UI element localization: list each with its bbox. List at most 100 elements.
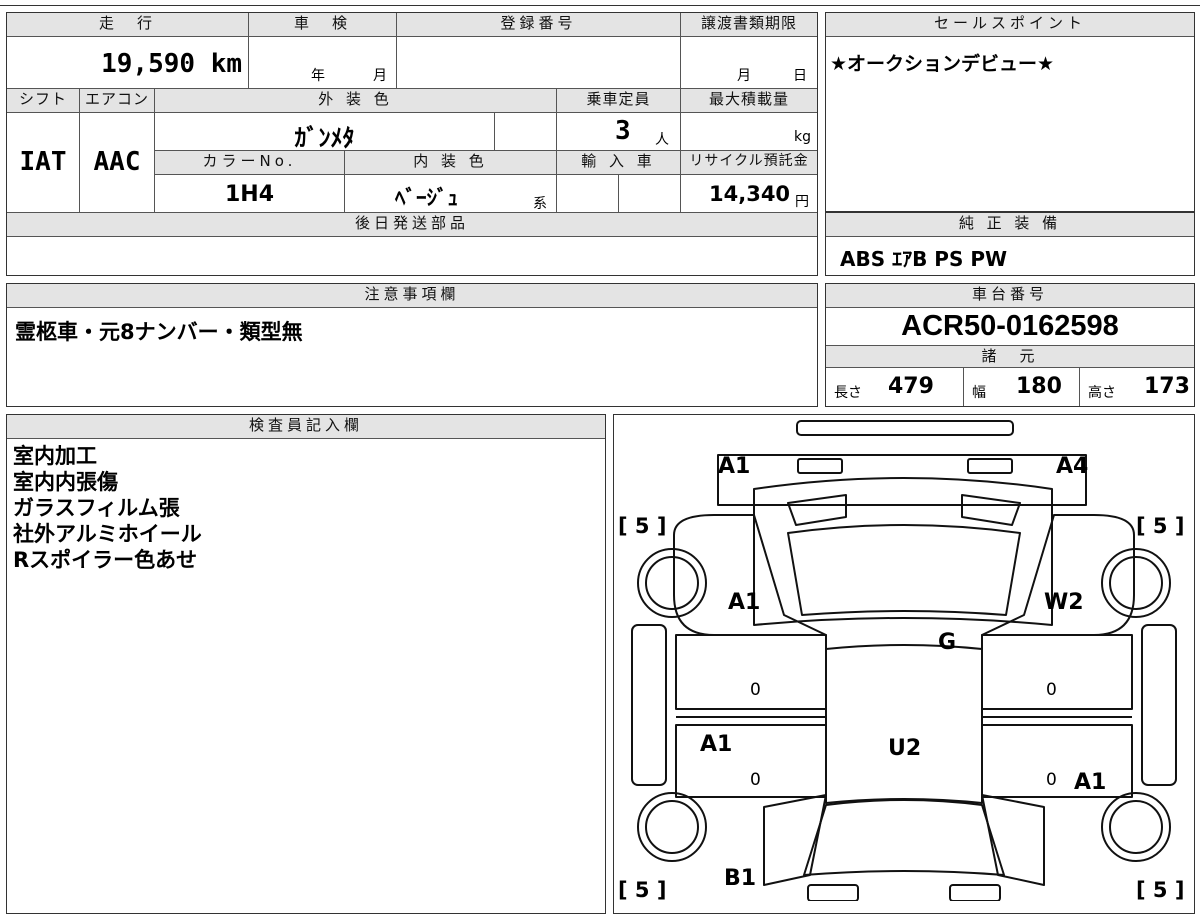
transfer-day-unit: 日 xyxy=(793,68,807,84)
right-front-door-shape xyxy=(981,634,1133,710)
front-left-wheel-inner-shape xyxy=(645,556,699,610)
rear-right-wheel-inner-shape xyxy=(1109,800,1163,854)
damage-diagram-box: A1 A4 A1 W2 G U2 A1 A1 B1 [ 5 ] [ 5 ] [ … xyxy=(613,414,1195,914)
front-bumper-shape xyxy=(796,420,1014,436)
genuine-equipment-header: 純 正 装 備 xyxy=(826,213,1194,237)
chassis-value: ACR50-0162598 xyxy=(901,310,1119,342)
transfer-deadline-value-cell: 月 日 xyxy=(681,37,817,89)
chassis-header: 車台番号 xyxy=(826,284,1194,308)
front-right-wheel-inner-shape xyxy=(1109,556,1163,610)
inspector-notes-box: 検査員記入欄 室内加工 室内内張傷 ガラスフィルム張 社外アルミホイール Rスポ… xyxy=(6,414,606,914)
rear-bumper-left-shape xyxy=(807,884,859,901)
recycle-unit: 円 xyxy=(795,194,809,210)
rear-right-wheel-shape xyxy=(1101,792,1171,862)
label-a1-left-fender: A1 xyxy=(728,590,760,615)
left-sill-shape xyxy=(631,624,667,786)
exterior-color-value-cell: ｶﾞﾝﾒﾀ xyxy=(155,113,495,152)
mileage-value: 19,590 xyxy=(101,49,196,79)
spec-width-cell: 幅 180 xyxy=(964,368,1080,406)
label-zero-left-front: 0 xyxy=(750,680,761,700)
spec-width-label: 幅 xyxy=(972,385,986,401)
right-rear-fender-shape xyxy=(981,794,1045,886)
rear-left-wheel-shape xyxy=(637,792,707,862)
roof-shape xyxy=(825,644,983,804)
shift-value: IAT xyxy=(19,147,67,177)
sales-point-box: セールスポイント ★オークションデビュー★ xyxy=(825,12,1195,212)
registration-value-cell xyxy=(397,37,681,89)
later-parts-header: 後日発送部品 xyxy=(7,213,817,237)
import-header: 輸 入 車 xyxy=(557,151,681,175)
exterior-color-extra-cell xyxy=(495,113,557,151)
transfer-deadline-header: 譲渡書類期限 xyxy=(681,13,817,37)
label-a4-front-right: A4 xyxy=(1056,454,1088,479)
aircon-value-cell: AAC xyxy=(80,113,155,213)
import-value-cell-1 xyxy=(557,175,619,213)
windshield-shape xyxy=(787,524,1021,616)
max-load-header: 最大積載量 xyxy=(681,89,817,113)
left-rear-fender-shape xyxy=(763,794,827,886)
caution-value: 霊柩車・元8ナンバー・類型無 xyxy=(15,320,303,344)
genuine-equipment-value: ABS ｴｱB PS PW xyxy=(840,247,1008,271)
label-w2-windshield: W2 xyxy=(1044,590,1084,615)
right-rear-door-shape xyxy=(981,724,1133,798)
front-right-wheel-shape xyxy=(1101,548,1171,618)
genuine-equipment-box: 純 正 装 備 ABS ｴｱB PS PW xyxy=(825,212,1195,276)
mileage-header: 走 行 xyxy=(7,13,249,37)
specs-header: 諸 元 xyxy=(826,346,1194,368)
label-zero-left-rear: 0 xyxy=(750,770,761,790)
front-body-shape xyxy=(717,454,1087,506)
interior-color-value-cell: ﾍﾞｰｼﾞｭ 系 xyxy=(345,175,557,213)
car-damage-diagram: A1 A4 A1 W2 G U2 A1 A1 B1 [ 5 ] [ 5 ] [ … xyxy=(618,420,1184,901)
label-tire-rr: [ 5 ] xyxy=(1136,878,1184,901)
sales-point-header: セールスポイント xyxy=(826,13,1194,37)
right-sill-shape xyxy=(1141,624,1177,786)
transfer-month-unit: 月 xyxy=(737,68,751,84)
front-left-wheel-shape xyxy=(637,548,707,618)
interior-color-header: 内 装 色 xyxy=(345,151,557,175)
inspector-note: 社外アルミホイール xyxy=(13,522,202,546)
label-tire-fr: [ 5 ] xyxy=(1136,514,1184,538)
max-load-unit: kg xyxy=(794,129,811,145)
interior-color-value: ﾍﾞｰｼﾞｭ xyxy=(395,186,458,210)
spec-width-value: 180 xyxy=(1016,374,1062,399)
inspection-header: 車 検 xyxy=(249,13,397,37)
hood-vent-left-shape xyxy=(787,494,847,526)
inspector-note: ガラスフィルム張 xyxy=(13,496,180,520)
top-cutoff-strip xyxy=(0,0,1200,6)
inspection-month-unit: 月 xyxy=(373,68,387,84)
recycle-header: リサイクル預託金 xyxy=(681,151,817,175)
label-zero-right-front: 0 xyxy=(1046,680,1057,700)
aircon-header: エアコン xyxy=(80,89,155,113)
recycle-value: 14,340 xyxy=(709,182,791,206)
rear-left-wheel-inner-shape xyxy=(645,800,699,854)
exterior-color-header: 外 装 色 xyxy=(155,89,557,113)
spec-length-label: 長さ xyxy=(834,385,862,401)
interior-color-suffix: 系 xyxy=(533,196,547,212)
capacity-value-cell: 3 人 xyxy=(557,113,681,151)
capacity-header: 乗車定員 xyxy=(557,89,681,113)
sales-point-value: ★オークションデビュー★ xyxy=(830,53,1055,75)
color-no-value: 1H4 xyxy=(224,182,275,207)
inspector-note: 室内加工 xyxy=(13,444,97,468)
capacity-value: 3 xyxy=(615,116,631,146)
max-load-value-cell: kg xyxy=(681,113,817,151)
caution-box: 注意事項欄 霊柩車・元8ナンバー・類型無 xyxy=(6,283,818,407)
spec-height-cell: 高さ 173 xyxy=(1080,368,1194,406)
spec-height-label: 高さ xyxy=(1088,385,1116,401)
later-parts-value-cell xyxy=(7,237,817,275)
shift-header: シフト xyxy=(7,89,80,113)
recycle-value-cell: 14,340 円 xyxy=(681,175,817,213)
vehicle-info-table: 走 行 車 検 登録番号 譲渡書類期限 19,590 km 年 月 月 日 シフ… xyxy=(6,12,818,276)
inspector-header: 検査員記入欄 xyxy=(7,415,605,439)
label-a1-right-door: A1 xyxy=(1074,770,1106,795)
spec-height-value: 173 xyxy=(1144,374,1190,399)
label-b1-left-rear: B1 xyxy=(724,866,756,891)
label-zero-right-rear: 0 xyxy=(1046,770,1057,790)
capacity-unit: 人 xyxy=(655,132,669,148)
inspector-note: Rスポイラー色あせ xyxy=(13,548,198,572)
registration-header: 登録番号 xyxy=(397,13,681,37)
label-a1-front-left: A1 xyxy=(718,454,750,479)
label-a1-left-door: A1 xyxy=(700,732,732,757)
spec-length-value: 479 xyxy=(888,374,934,399)
rear-bumper-right-shape xyxy=(949,884,1001,901)
